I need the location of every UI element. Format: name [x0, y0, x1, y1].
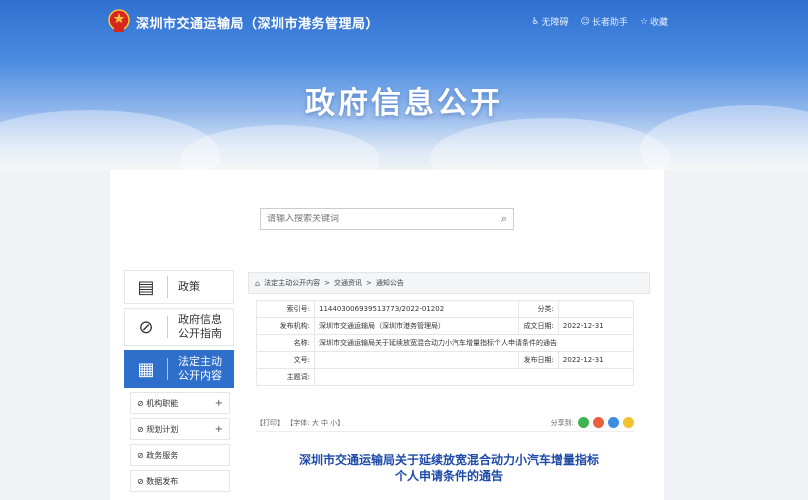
divider [167, 358, 168, 380]
breadcrumb-item[interactable]: 通知公告 [376, 278, 404, 288]
search-box[interactable]: ⌕ [260, 208, 514, 230]
breadcrumb: ⌂ 法定主动公开内容 > 交通资讯 > 通知公告 [248, 272, 650, 294]
qq-icon[interactable] [608, 417, 619, 428]
hero-title: 政府信息公开 [305, 86, 503, 121]
header-banner: 深圳市交通运输局（深圳市港务管理局） ♿ 无障碍 ☺ 长者助手 ☆ 收藏 政府信… [0, 0, 808, 170]
table-row: 索引号: 11440300693951377З/2022-01202 分类: [256, 300, 635, 318]
national-emblem-icon [108, 9, 130, 32]
article-tools: 【打印】 【字体: 大 中 小】 分享到: [256, 414, 634, 432]
sidebar-subitem-org-functions[interactable]: ⊘ 机构职能 + [130, 392, 230, 414]
compass-icon: ⊘ [138, 316, 154, 338]
share-bar: 分享到: [551, 417, 634, 428]
cloud-decoration [430, 118, 670, 170]
table-row: 主题词: [256, 368, 634, 386]
divider [167, 276, 168, 298]
content-area: ⌂ 法定主动公开内容 > 交通资讯 > 通知公告 索引号: 1144030069… [248, 272, 650, 500]
accessibility-icon: ♿ [531, 16, 540, 27]
sidebar-item-statutory-content[interactable]: ▦ 法定主动 公开内容 [124, 350, 234, 388]
search-icon[interactable]: ⌕ [501, 212, 507, 226]
table-row: 文号: 发布日期: 2022-12-31 [256, 351, 635, 369]
table-row: 名称: 深圳市交通运输局关于延续放宽混合动力小汽车增量指标个人申请条件的通告 [256, 334, 634, 352]
sidebar-item-policy[interactable]: ▤ 政策 [124, 270, 234, 304]
divider [167, 316, 168, 338]
sidebar-subitem-data-release[interactable]: ⊘ 数据发布 [130, 470, 230, 492]
expand-icon[interactable]: + [215, 398, 223, 409]
document-icon: ▦ [137, 358, 155, 380]
elder-mode-link[interactable]: ☺ 长者助手 [580, 15, 628, 29]
table-row: 发布机构: 深圳市交通运输局（深圳市港务管理局） 成文日期: 2022-12-3… [256, 317, 635, 335]
cloud-decoration [180, 125, 380, 170]
sidebar-subitem-gov-services[interactable]: ⊘ 政务服务 [130, 444, 230, 466]
collect-icon: ☆ [639, 16, 648, 27]
search-input[interactable] [267, 214, 501, 224]
expand-icon[interactable]: + [215, 424, 223, 435]
breadcrumb-item[interactable]: 法定主动公开内容 [264, 278, 320, 288]
policy-icon: ▤ [137, 276, 155, 298]
collect-link[interactable]: ☆ 收藏 [639, 15, 668, 29]
wechat-icon[interactable] [578, 417, 589, 428]
sidebar-item-disclosure-guide[interactable]: ⊘ 政府信息 公开指南 [124, 308, 234, 346]
print-button[interactable]: 【打印】 [256, 419, 284, 427]
home-icon: ⌂ [255, 278, 261, 288]
weibo-icon[interactable] [593, 417, 604, 428]
site-title[interactable]: 深圳市交通运输局（深圳市港务管理局） [136, 13, 379, 32]
sidebar: ▤ 政策 ⊘ 政府信息 公开指南 ▦ 法定主动 公开内容 ⊘ 机构职能 + ⊘ … [124, 270, 234, 496]
breadcrumb-item[interactable]: 交通资讯 [334, 278, 362, 288]
article-title: 深圳市交通运输局关于延续放宽混合动力小汽车增量指标 个人申请条件的通告 [298, 453, 599, 483]
main-panel: ⌕ ▤ 政策 ⊘ 政府信息 公开指南 ▦ 法定主动 公开内容 ⊘ 机构职能 [110, 170, 664, 500]
sidebar-subitem-plans[interactable]: ⊘ 规划计划 + [130, 418, 230, 440]
font-size-control[interactable]: 【字体: 大 中 小】 [286, 419, 344, 427]
info-table: 索引号: 11440300693951377З/2022-01202 分类: 发… [256, 300, 635, 386]
qzone-icon[interactable] [623, 417, 634, 428]
accessibility-link[interactable]: ♿ 无障碍 [531, 15, 568, 29]
elder-mode-icon: ☺ [580, 16, 590, 27]
top-links: ♿ 无障碍 ☺ 长者助手 ☆ 收藏 [531, 15, 668, 29]
